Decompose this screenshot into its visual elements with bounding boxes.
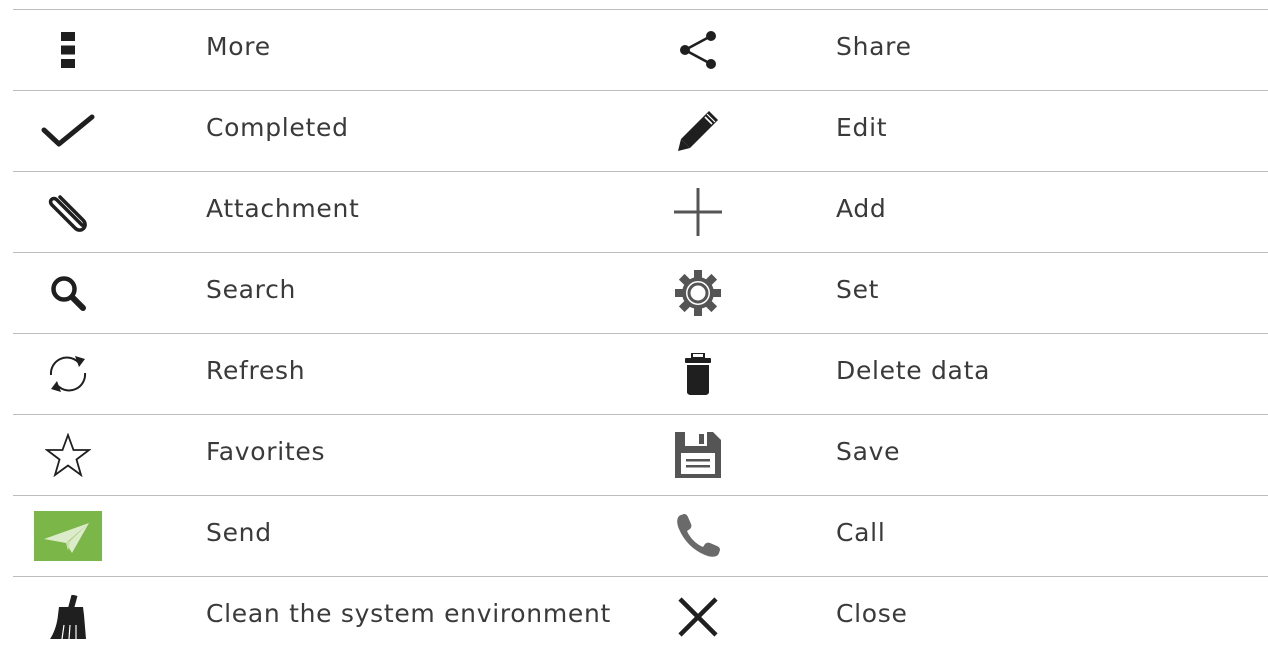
refresh-icon [13,334,123,414]
more-icon [13,10,123,90]
icon-label: Refresh [206,356,306,385]
icon-label: Add [836,194,887,223]
icon-label: More [206,32,271,61]
table-row: Search Set [13,253,1268,334]
icon-label: Clean the system environment [206,599,612,628]
table-row: Refresh Delete data [13,334,1268,415]
search-icon [13,253,123,333]
icon-label: Favorites [206,437,326,466]
plus-icon [643,172,753,252]
checkmark-icon [13,91,123,171]
save-icon [643,415,753,495]
paperclip-icon [13,172,123,252]
icon-label: Send [206,518,272,547]
close-icon [643,577,753,657]
icon-legend-table: More Share Completed Edit Attachment Add… [13,9,1268,657]
share-icon [643,10,753,90]
icon-label: Share [836,32,912,61]
gear-icon [643,253,753,333]
icon-label: Delete data [836,356,991,385]
icon-label: Set [836,275,880,304]
phone-icon [643,496,753,576]
icon-label: Edit [836,113,888,142]
icon-label: Call [836,518,886,547]
icon-label: Close [836,599,908,628]
icon-label: Completed [206,113,349,142]
table-row: Send Call [13,496,1268,577]
send-icon [13,496,123,576]
table-row: Clean the system environment Close [13,577,1268,657]
table-row: Favorites Save [13,415,1268,496]
table-row: More Share [13,10,1268,91]
table-row: Completed Edit [13,91,1268,172]
star-icon [13,415,123,495]
icon-label: Search [206,275,297,304]
table-row: Attachment Add [13,172,1268,253]
pencil-icon [643,91,753,171]
icon-label: Save [836,437,901,466]
broom-icon [13,577,123,657]
trash-icon [643,334,753,414]
icon-label: Attachment [206,194,360,223]
